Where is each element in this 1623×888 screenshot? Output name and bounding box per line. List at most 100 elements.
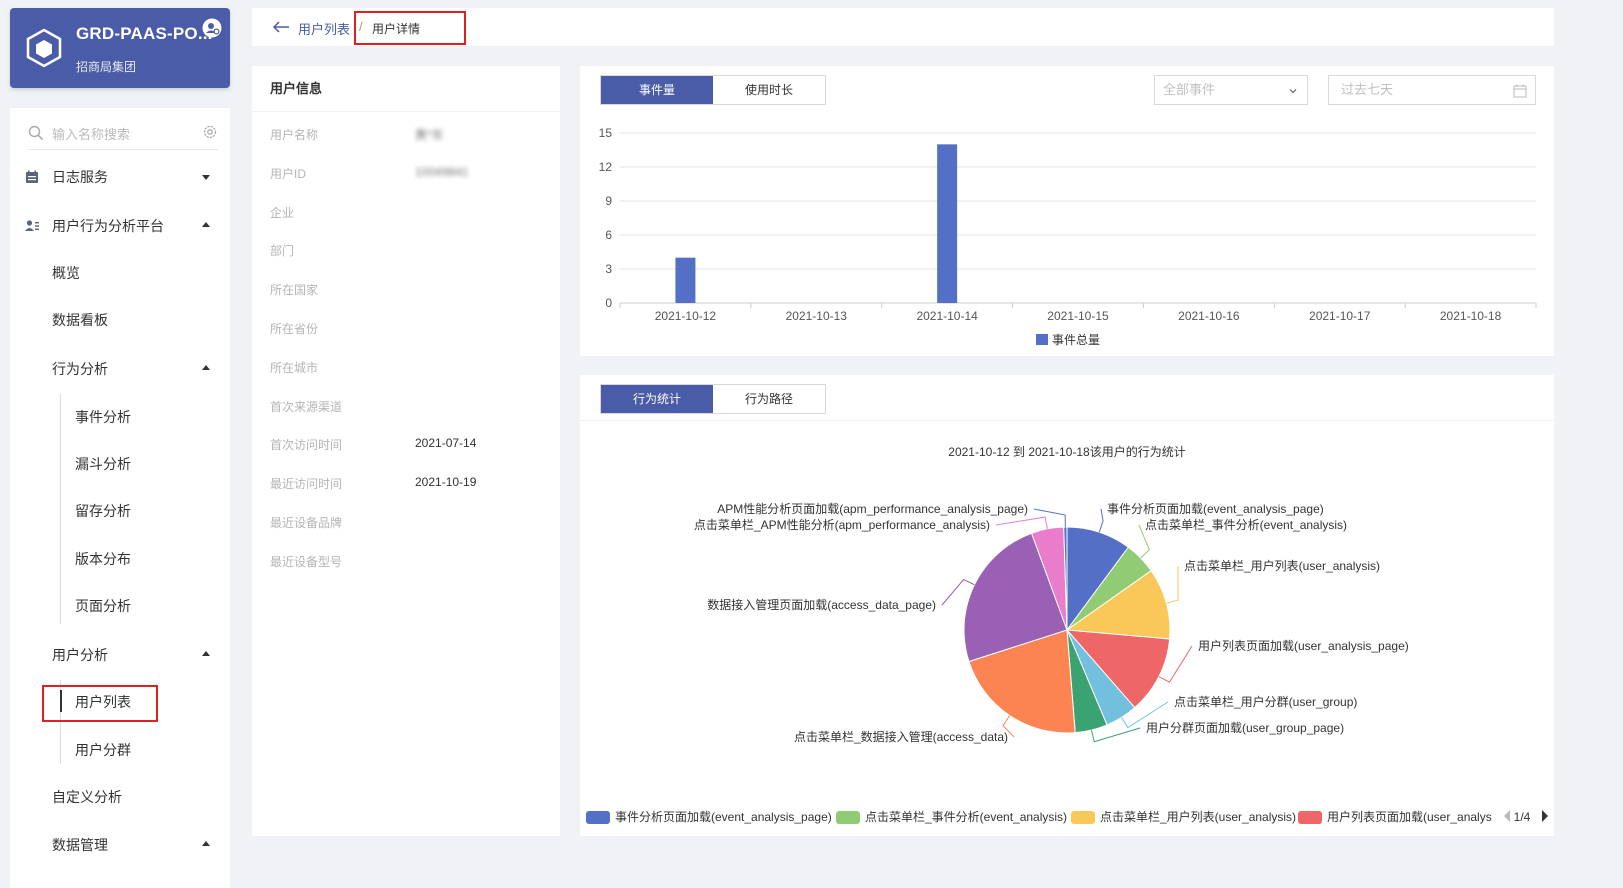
sidebar-item-label: 页面分析 [75, 598, 131, 614]
x-tick-label: 2021-10-14 [916, 309, 978, 323]
legend-swatch [1036, 334, 1048, 345]
sidebar-item-label: 用户行为分析平台 [52, 218, 164, 234]
behavior-pie-chart: 2021-10-12 到 2021-10-18该用户的行为统计事件分析页面加载(… [586, 444, 1548, 824]
user-info-row: 部门 [270, 242, 550, 262]
date-range-value: 过去七天 [1341, 82, 1394, 97]
sidebar-item-data-management[interactable]: 数据管理 [10, 830, 230, 860]
legend-swatch [586, 811, 610, 824]
user-info-key: 所在省份 [270, 322, 319, 336]
sidebar-item-label: 日志服务 [52, 169, 108, 185]
x-tick-label: 2021-10-17 [1309, 309, 1371, 323]
pie-label-line [1098, 508, 1104, 533]
sidebar-item-label: 数据看板 [52, 312, 108, 328]
user-info-panel: 用户信息 用户名称 黄*东用户ID 10049841 企业部门所在国家所在省份所在城市… [252, 66, 560, 836]
sidebar-item-user-group[interactable]: 用户分群 [10, 735, 230, 765]
calendar-icon [26, 170, 38, 183]
sidebar-item-page-analysis[interactable]: 页面分析 [10, 591, 230, 621]
user-info-row: 首次访问时间 2021-07-14 [270, 436, 550, 456]
user-info-key: 用户名称 [270, 128, 319, 142]
sidebar-item-behavior-analysis[interactable]: 行为分析 [10, 354, 230, 384]
org-name: GRD-PAAS-PO... [76, 24, 213, 43]
y-tick-label: 12 [599, 160, 613, 174]
user-info-key: 企业 [270, 205, 295, 220]
user-list-icon [25, 220, 39, 231]
highlight-box [354, 11, 466, 45]
user-info-row: 所在国家 [270, 281, 550, 301]
y-tick-label: 6 [605, 228, 612, 242]
user-info-row: 最近设备型号 [270, 553, 550, 573]
legend-swatch [836, 811, 860, 824]
chevron-up-icon [202, 651, 210, 656]
pie-slice-label: 用户分群页面加载(user_group_page) [1146, 720, 1344, 735]
sidebar-item-label: 事件分析 [75, 409, 131, 425]
sidebar-item-label: 留存分析 [75, 503, 131, 519]
search-input[interactable] [52, 123, 192, 145]
user-info-value: 2021-07-14 [415, 436, 477, 451]
sidebar-item-funnel-analysis[interactable]: 漏斗分析 [10, 449, 230, 479]
pie-slice-label: 事件分析页面加载(event_analysis_page) [1107, 502, 1324, 516]
chevron-down-icon [202, 175, 210, 180]
user-info-key: 所在国家 [270, 283, 319, 298]
bar [675, 257, 696, 303]
user-info-row: 企业 [270, 204, 550, 224]
event-tabs: 事件量 使用时长 [600, 75, 826, 105]
back-arrow-icon[interactable] [272, 21, 290, 33]
user-info-key: 首次访问时间 [270, 438, 343, 453]
legend-label[interactable]: 事件分析页面加载(event_analysis_page) [615, 810, 832, 824]
user-info-row: 所在城市 [270, 359, 550, 379]
org-card[interactable]: GRD-PAAS-PO... 招商局集团 [10, 8, 230, 88]
tab-event-volume[interactable]: 事件量 [601, 76, 713, 104]
user-info-title: 用户信息 [252, 66, 560, 112]
legend-label[interactable]: 点击菜单栏_事件分析(event_analysis) [865, 809, 1067, 824]
pie-slice-label: APM性能分析页面加载(apm_performance_analysis_pag… [717, 502, 1028, 516]
user-info-row: 最近访问时间 2021-10-19 [270, 475, 550, 495]
sidebar-item-label: 用户分析 [52, 647, 108, 663]
sidebar-item-user-analysis[interactable]: 用户分析 [10, 640, 230, 670]
legend-next-icon[interactable] [1542, 810, 1548, 822]
pie-slice-label: 用户列表页面加载(user_analysis_page) [1198, 638, 1409, 653]
pie-label-line [1090, 727, 1141, 743]
sidebar-item-overview[interactable]: 概览 [10, 258, 230, 288]
legend-prev-icon[interactable] [1504, 810, 1510, 822]
user-info-row: 首次来源渠道 [270, 398, 550, 418]
cube-logo-icon [26, 28, 62, 68]
bar [937, 144, 958, 303]
legend-swatch [1071, 811, 1095, 824]
chevron-up-icon [202, 365, 210, 370]
sidebar-item-dashboard[interactable]: 数据看板 [10, 305, 230, 335]
legend-label[interactable]: 用户列表页面加载(user_analys [1327, 809, 1492, 824]
user-info-value: 黄*东 [415, 128, 444, 142]
sidebar-item-custom-analysis[interactable]: 自定义分析 [10, 782, 230, 812]
pie-chart-title: 2021-10-12 到 2021-10-18该用户的行为统计 [948, 444, 1185, 459]
sidebar-item-event-analysis[interactable]: 事件分析 [10, 402, 230, 432]
chevron-up-icon [202, 222, 210, 227]
user-info-row: 用户ID 10049841 [270, 165, 550, 185]
tab-usage-duration[interactable]: 使用时长 [713, 76, 825, 104]
event-type-select-value: 全部事件 [1163, 82, 1216, 97]
sidebar-item-log-service[interactable]: 日志服务 [10, 162, 230, 192]
sidebar-item-label: 用户分群 [75, 742, 131, 758]
behavior-stats-panel: 行为统计 行为路径 2021-10-12 到 2021-10-18该用户的行为统… [580, 375, 1554, 836]
user-info-key: 所在城市 [270, 360, 319, 375]
gear-icon[interactable] [202, 124, 218, 140]
x-tick-label: 2021-10-12 [655, 309, 717, 323]
y-tick-label: 3 [605, 262, 612, 276]
breadcrumb-parent-link[interactable]: 用户列表 [298, 19, 350, 38]
user-switch-icon[interactable] [202, 18, 222, 38]
legend-swatch [1298, 811, 1322, 824]
sidebar-item-retention-analysis[interactable]: 留存分析 [10, 496, 230, 526]
pie-slice-label: 数据接入管理页面加载(access_data_page) [707, 597, 936, 612]
sidebar-item-user-behavior-platform[interactable]: 用户行为分析平台 [10, 211, 230, 241]
sidebar-item-version-distribution[interactable]: 版本分布 [10, 544, 230, 574]
date-range-picker[interactable]: 过去七天 [1328, 75, 1536, 105]
pie-slice-label: 点击菜单栏_APM性能分析(apm_performance_analysis) [694, 517, 990, 532]
user-info-key: 用户ID [270, 166, 307, 181]
event-type-select[interactable]: 全部事件 [1154, 75, 1308, 105]
sidebar-item-label: 漏斗分析 [75, 456, 131, 472]
user-info-key: 最近设备型号 [270, 554, 343, 569]
legend-label[interactable]: 点击菜单栏_用户列表(user_analysis) [1100, 809, 1296, 824]
y-tick-label: 0 [605, 296, 612, 310]
user-info-key: 部门 [270, 244, 295, 259]
user-info-key: 最近访问时间 [270, 477, 343, 492]
highlight-box [42, 685, 158, 722]
